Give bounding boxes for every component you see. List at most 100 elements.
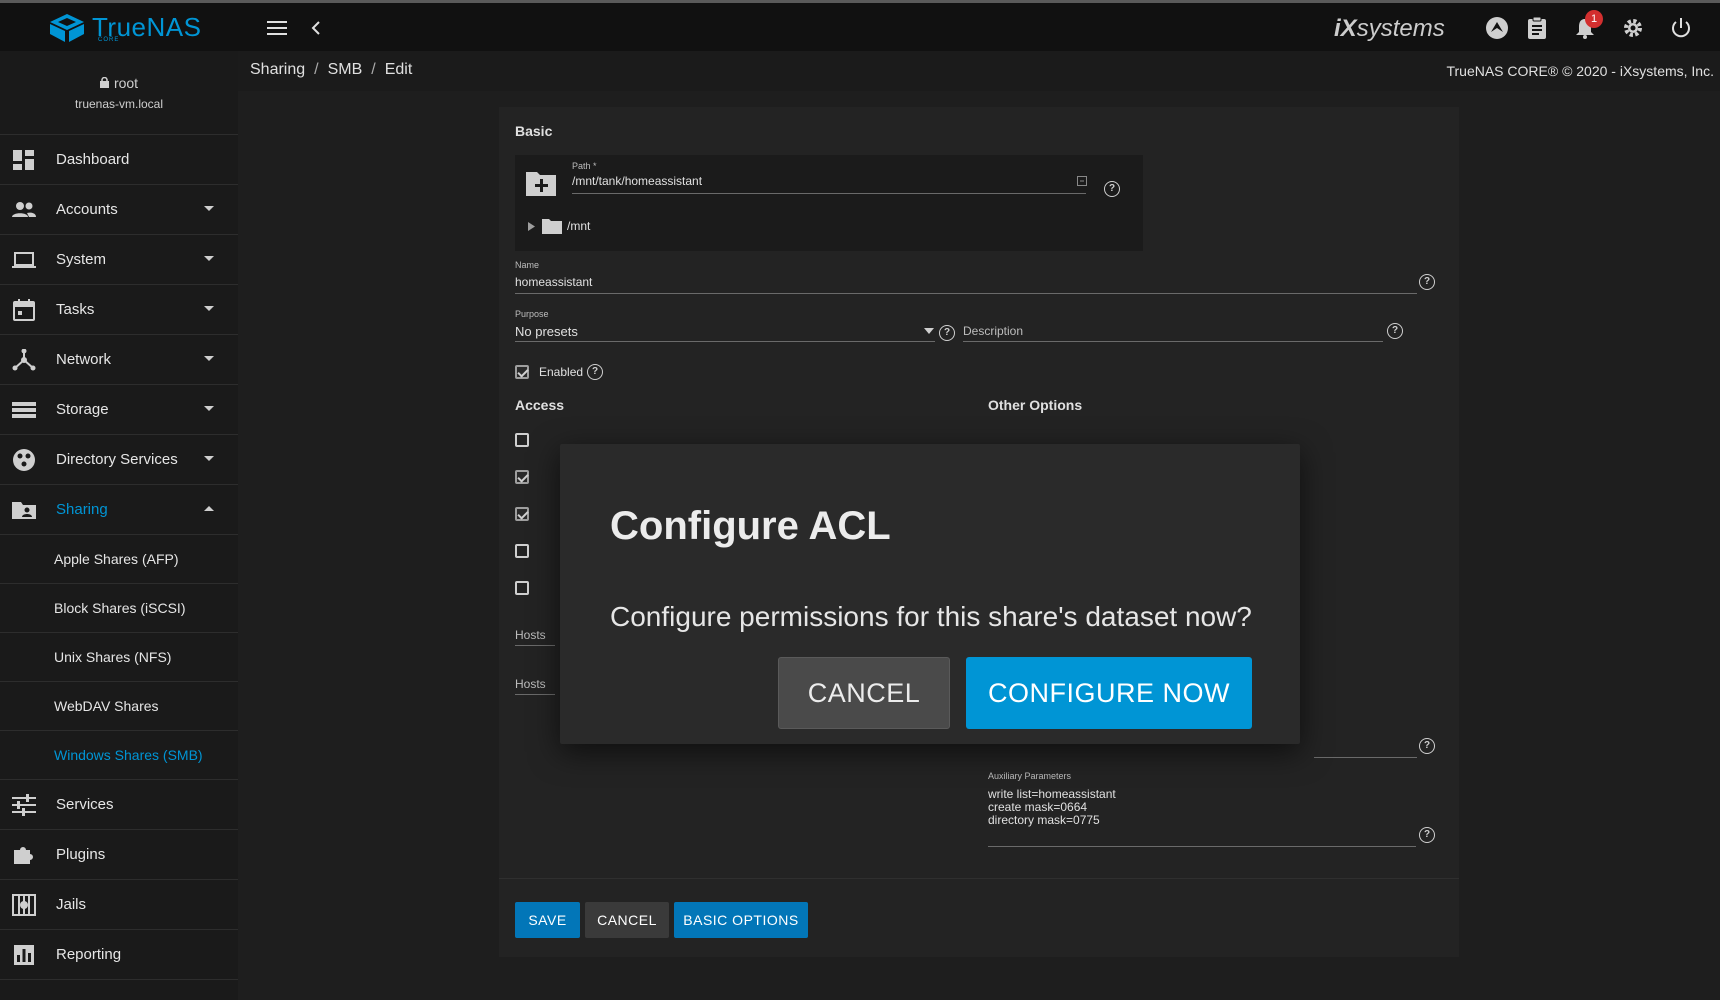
help-icon[interactable]: ? bbox=[1419, 274, 1435, 290]
sidebar-subitem-nfs[interactable]: Unix Shares (NFS) bbox=[0, 633, 238, 682]
lock-icon bbox=[99, 77, 109, 88]
sidebar-item-reporting[interactable]: Reporting bbox=[0, 930, 238, 980]
cancel-button[interactable]: CANCEL bbox=[585, 902, 669, 938]
configure-acl-dialog: Configure ACL Configure permissions for … bbox=[560, 444, 1300, 744]
user-name-label: root bbox=[113, 74, 139, 91]
sidebar-subitem-iscsi[interactable]: Block Shares (iSCSI) bbox=[0, 584, 238, 633]
sidebar-item-label: Tasks bbox=[56, 301, 95, 318]
configure-now-button[interactable]: CONFIGURE NOW bbox=[966, 657, 1252, 729]
save-button[interactable]: SAVE bbox=[515, 902, 580, 938]
host-name: truenas-vm.local bbox=[74, 96, 164, 111]
sidebar-item-label: Network bbox=[56, 351, 112, 368]
description-input[interactable]: Description bbox=[963, 324, 1023, 338]
help-icon[interactable]: ? bbox=[1104, 181, 1120, 197]
menu-icon[interactable] bbox=[264, 15, 290, 41]
dialog-cancel-button[interactable]: CANCEL bbox=[778, 657, 950, 729]
truecommand-icon[interactable] bbox=[1484, 15, 1510, 41]
hosts-allow-underline bbox=[515, 645, 555, 646]
path-explorer: Path * /mnt/tank/homeassistant ? /mnt bbox=[515, 155, 1143, 251]
breadcrumb-smb[interactable]: SMB bbox=[328, 61, 363, 78]
sidebar-item-sharing[interactable]: Sharing bbox=[0, 485, 238, 535]
chevron-up-icon bbox=[204, 506, 214, 511]
expand-arrow-icon[interactable] bbox=[528, 222, 535, 231]
path-input[interactable]: /mnt/tank/homeassistant bbox=[572, 174, 702, 188]
hosts-deny-label: Hosts bbox=[515, 677, 546, 691]
app-root: TrueNAS CORE iXsystems 1 root truenas-vm… bbox=[0, 0, 1720, 1000]
sidebar-item-tasks[interactable]: Tasks bbox=[0, 285, 238, 335]
access-checkbox-3[interactable] bbox=[515, 507, 529, 521]
folder-add-icon[interactable] bbox=[526, 170, 556, 196]
dialog-title: Configure ACL bbox=[610, 504, 891, 548]
sidebar-item-label: Dashboard bbox=[56, 151, 130, 168]
sidebar-item-jails[interactable]: Jails bbox=[0, 880, 238, 930]
name-input[interactable]: homeassistant bbox=[515, 275, 592, 289]
ixsystems-logo[interactable]: iXsystems bbox=[1334, 15, 1445, 43]
sidebar-item-system[interactable]: System bbox=[0, 235, 238, 285]
notification-count-badge: 1 bbox=[1585, 10, 1603, 28]
task-manager-icon[interactable] bbox=[1524, 15, 1550, 41]
name-underline bbox=[515, 293, 1417, 294]
vendor-suffix: systems bbox=[1356, 15, 1445, 42]
tree-node-mnt[interactable]: /mnt bbox=[567, 219, 590, 233]
directory-services-icon bbox=[13, 449, 35, 471]
folder-icon bbox=[542, 219, 562, 234]
basic-options-button[interactable]: BASIC OPTIONS bbox=[674, 902, 808, 938]
sidebar-item-label: Directory Services bbox=[56, 451, 178, 468]
sidebar-item-services[interactable]: Services bbox=[0, 780, 238, 830]
chevron-left-icon[interactable] bbox=[303, 15, 329, 41]
clear-field-icon[interactable] bbox=[1077, 176, 1087, 186]
form-divider bbox=[499, 878, 1459, 879]
chevron-down-icon bbox=[204, 456, 214, 461]
puzzle-icon bbox=[14, 847, 33, 864]
access-checkbox-5[interactable] bbox=[515, 581, 529, 595]
section-title-other-options: Other Options bbox=[988, 397, 1083, 413]
help-icon[interactable]: ? bbox=[587, 364, 603, 380]
chevron-down-icon bbox=[204, 206, 214, 211]
calendar-icon bbox=[13, 299, 35, 321]
dashboard-icon bbox=[13, 150, 34, 170]
breadcrumb-separator: / bbox=[314, 61, 319, 78]
laptop-icon bbox=[12, 252, 36, 268]
sidebar-item-plugins[interactable]: Plugins bbox=[0, 830, 238, 880]
sidebar-item-directory-services[interactable]: Directory Services bbox=[0, 435, 238, 485]
bar-chart-icon bbox=[14, 945, 34, 965]
power-icon[interactable] bbox=[1668, 15, 1694, 41]
brand-sub: CORE bbox=[98, 37, 120, 43]
sidebar-item-label: Accounts bbox=[56, 201, 118, 218]
aux-params-line-3[interactable]: directory mask=0775 bbox=[988, 814, 1100, 827]
other-field-underline bbox=[1314, 757, 1417, 758]
dropdown-arrow-icon[interactable] bbox=[924, 328, 934, 334]
help-icon[interactable]: ? bbox=[1387, 323, 1403, 339]
aux-params-label: Auxiliary Parameters bbox=[988, 771, 1072, 781]
gear-icon[interactable] bbox=[1620, 15, 1646, 41]
sidebar-item-accounts[interactable]: Accounts bbox=[0, 185, 238, 235]
sidebar-item-label: Plugins bbox=[56, 846, 106, 863]
sidebar-item-label: System bbox=[56, 251, 107, 268]
access-checkbox-4[interactable] bbox=[515, 544, 529, 558]
path-label: Path * bbox=[572, 161, 597, 171]
vendor-prefix: iX bbox=[1334, 15, 1357, 42]
breadcrumb-sharing[interactable]: Sharing bbox=[250, 61, 305, 78]
top-bar: TrueNAS CORE iXsystems 1 bbox=[0, 0, 1720, 51]
sidebar-item-label: Jails bbox=[56, 896, 87, 913]
help-icon[interactable]: ? bbox=[939, 325, 955, 341]
sidebar-item-label: Services bbox=[56, 796, 114, 813]
help-icon[interactable]: ? bbox=[1419, 738, 1435, 754]
sidebar-subitem-webdav[interactable]: WebDAV Shares bbox=[0, 682, 238, 731]
dialog-message: Configure permissions for this share's d… bbox=[610, 601, 1252, 632]
truenas-logo[interactable]: TrueNAS bbox=[48, 12, 201, 43]
sidebar-item-label: Reporting bbox=[56, 946, 122, 963]
purpose-select[interactable]: No presets bbox=[515, 324, 578, 339]
sidebar-item-network[interactable]: Network bbox=[0, 335, 238, 385]
sidebar-item-dashboard[interactable]: Dashboard bbox=[0, 135, 238, 185]
access-checkbox-2[interactable] bbox=[515, 470, 529, 484]
chevron-down-icon bbox=[204, 256, 214, 261]
help-icon[interactable]: ? bbox=[1419, 827, 1435, 843]
access-checkbox-1[interactable] bbox=[515, 433, 529, 447]
name-label: Name bbox=[515, 260, 540, 270]
enabled-checkbox[interactable] bbox=[515, 365, 529, 379]
sidebar-item-storage[interactable]: Storage bbox=[0, 385, 238, 435]
sidebar-subitem-afp[interactable]: Apple Shares (AFP) bbox=[0, 535, 238, 584]
sidebar-subitem-smb[interactable]: Windows Shares (SMB) bbox=[0, 731, 238, 780]
network-icon bbox=[12, 349, 36, 371]
